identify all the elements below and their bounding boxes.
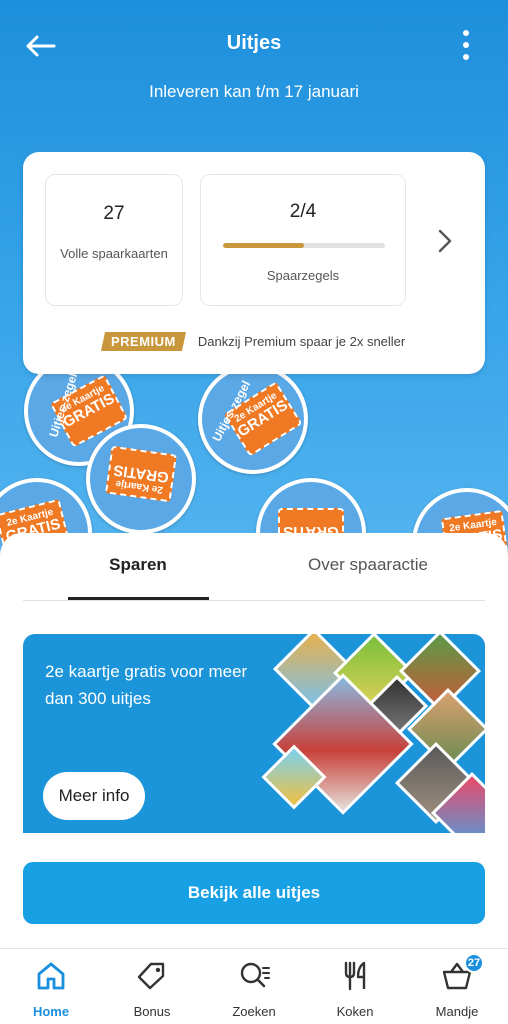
nav-zoeken[interactable]: Zoeken — [214, 959, 294, 1019]
app-bar: Uitjes Inleveren kan t/m 17 januari — [0, 0, 508, 101]
full-cards-label: Volle spaarkaarten — [60, 246, 168, 261]
nav-bonus[interactable]: Bonus — [112, 959, 192, 1019]
full-cards-count: 27 — [103, 203, 125, 224]
nav-label: Zoeken — [232, 1004, 276, 1019]
more-dot-icon — [463, 30, 469, 36]
active-tab-indicator — [68, 597, 209, 600]
deadline-subtitle: Inleveren kan t/m 17 januari — [149, 82, 359, 101]
bekijk-alle-uitjes-button[interactable]: Bekijk alle uitjes — [23, 862, 485, 924]
nav-label: Mandje — [435, 1004, 479, 1019]
bottom-navigation: Home Bonus Zoeken Koken 27 Mandje — [0, 948, 508, 1024]
full-cards-box: 27 Volle spaarkaarten — [45, 174, 183, 306]
basket-icon: 27 — [440, 953, 484, 993]
more-dot-icon — [463, 42, 469, 48]
promo-banner[interactable]: 2e kaartje gratis voor meer dan 300 uitj… — [23, 634, 485, 834]
stamps-label: Spaarzegels — [266, 268, 340, 283]
page-title: Uitjes — [226, 32, 282, 54]
sticker-decoration: 2e Kaartje GRATIS — [86, 424, 196, 534]
tab-over-spaaractie[interactable]: Over spaaractie — [273, 555, 463, 575]
banner-text: 2e kaartje gratis voor meer dan 300 uitj… — [45, 662, 248, 708]
premium-row: PREMIUM Dankzij Premium spaar je 2x snel… — [100, 330, 406, 352]
nav-koken[interactable]: Koken — [315, 959, 395, 1019]
chevron-right-icon — [438, 229, 452, 253]
nav-home[interactable]: Home — [11, 959, 91, 1019]
tab-sparen[interactable]: Sparen — [68, 555, 208, 575]
premium-text: Dankzij Premium spaar je 2x sneller — [197, 333, 406, 349]
savings-card[interactable]: 27 Volle spaarkaarten 2/4 Spaarzegels PR… — [23, 152, 485, 374]
premium-badge: PREMIUM — [100, 331, 186, 351]
nav-label: Home — [32, 1004, 70, 1019]
nav-label: Koken — [336, 1004, 374, 1019]
nav-label: Bonus — [133, 1004, 171, 1019]
cart-count-badge: 27 — [464, 953, 484, 973]
more-options-button[interactable] — [460, 30, 472, 60]
tag-icon — [135, 959, 169, 993]
tab-bar: Sparen Over spaaractie — [23, 533, 485, 601]
stamps-box: 2/4 Spaarzegels — [200, 174, 406, 306]
ticket-graphic: 2e Kaartje GRATIS — [104, 445, 178, 503]
meer-info-button[interactable]: Meer info — [43, 772, 145, 820]
more-dot-icon — [463, 54, 469, 60]
nav-mandje[interactable]: 27 Mandje — [417, 953, 497, 1019]
content-sheet: Sparen Over spaaractie 2e kaartje gratis… — [0, 533, 508, 953]
stamps-progress-fill — [223, 243, 304, 248]
home-icon — [34, 959, 68, 993]
sticker-decoration: 2e Kaartje GRATIS Uitjes-zegel — [198, 364, 308, 474]
search-icon — [237, 959, 271, 993]
stamps-value: 2/4 — [289, 201, 317, 222]
stamps-progress-bar — [223, 243, 385, 248]
card-chevron-button[interactable] — [433, 226, 457, 256]
cutlery-icon — [338, 959, 372, 993]
